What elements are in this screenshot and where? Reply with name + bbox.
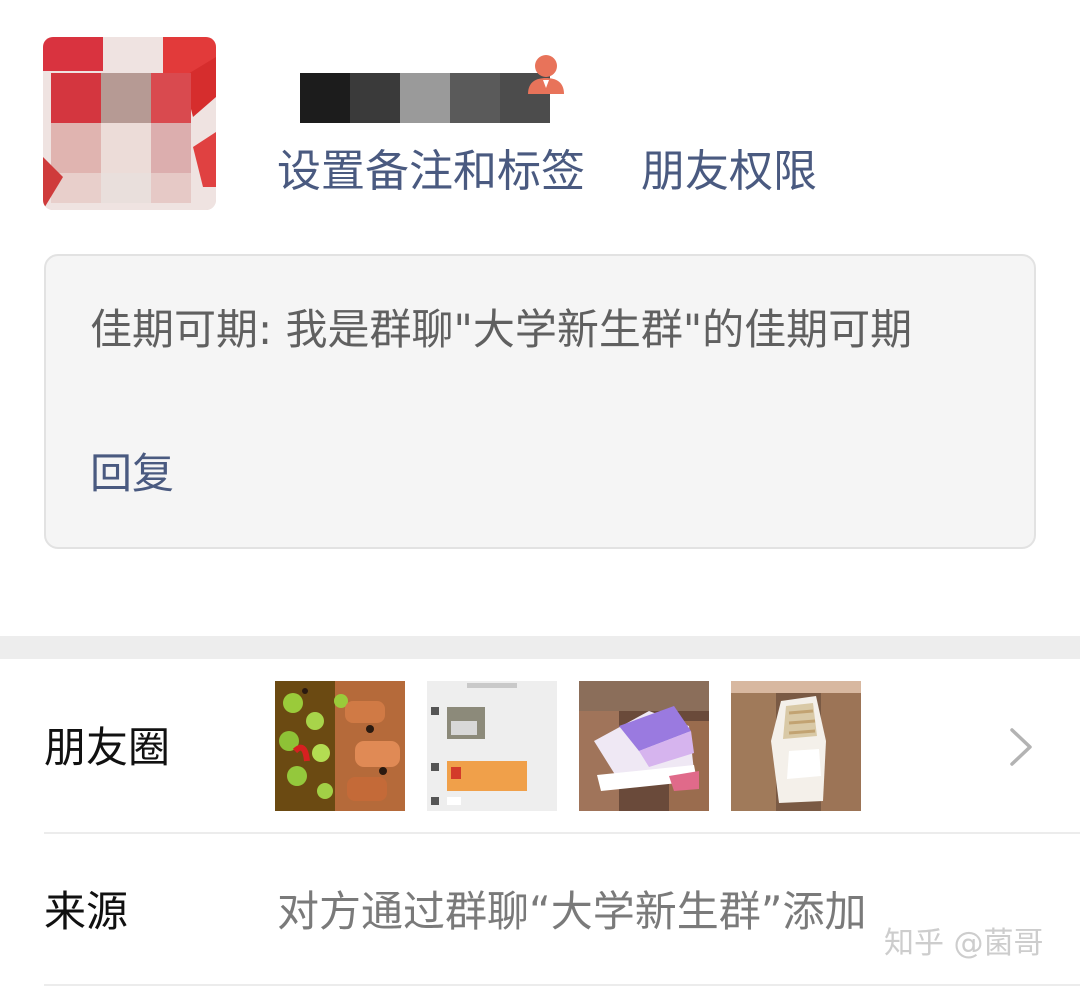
source-value: 对方通过群聊“大学新生群”添加 [277,887,867,936]
verification-message-card: 佳期可期: 我是群聊"大学新生群"的佳期可期 回复 [44,254,1036,549]
sneaker-photo-purple-image [579,681,709,811]
moments-thumbnail-food[interactable] [275,681,405,811]
row-separator-bottom [44,984,1080,986]
person-icon [528,55,564,94]
chat-screenshot-image [427,681,557,811]
avatar[interactable] [43,37,216,210]
source-label: 来源 [44,887,129,936]
set-remark-tags-link[interactable]: 设置备注和标签 [277,142,585,202]
row-separator [44,832,1080,834]
friend-permissions-link[interactable]: 朋友权限 [641,142,817,202]
verification-message-text: 佳期可期: 我是群聊"大学新生群"的佳期可期 [90,305,913,354]
food-photo-image [275,681,405,811]
chevron-right-icon [1010,728,1032,766]
reply-link[interactable]: 回复 [90,446,174,502]
section-divider [0,636,1080,659]
moments-thumbnail-chat[interactable] [427,681,557,811]
watermark: 知乎 @菌哥 [884,926,1044,961]
moments-thumbnail-sneaker-2[interactable] [731,681,861,811]
moments-thumbnail-sneaker-1[interactable] [579,681,709,811]
masked-nickname [300,73,550,123]
moments-label: 朋友圈 [44,723,171,772]
sneaker-photo-white-image [731,681,861,811]
blurred-avatar-image [43,37,216,210]
